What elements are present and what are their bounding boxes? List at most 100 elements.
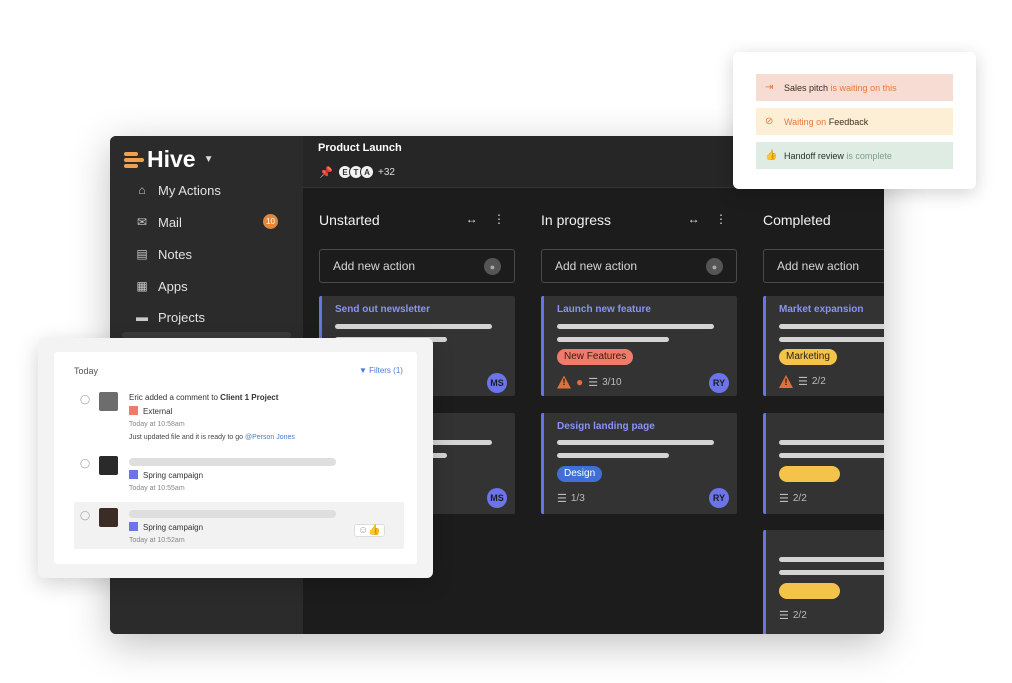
status-row-blocked[interactable]: ⊘ Waiting on Feedback — [756, 108, 953, 135]
add-action-input[interactable]: Add new action ● — [319, 249, 515, 283]
sidebar-item-label: Projects — [158, 309, 205, 325]
status-row-complete[interactable]: 👍 Handoff review is complete — [756, 142, 953, 169]
column-title: Completed — [763, 212, 831, 228]
chevron-down-icon[interactable]: ▼ — [204, 154, 214, 165]
collaborator-avatars[interactable]: E T A +32 — [338, 165, 395, 179]
card-meta: ! ☰ 2/2 — [779, 375, 826, 388]
status-subject: Feedback — [828, 116, 869, 127]
label-text: Spring campaign — [143, 523, 204, 532]
status-row-waiting[interactable]: ⇥ Sales pitch is waiting on this — [756, 74, 953, 101]
sidebar-item-apps[interactable]: ▦ Apps — [134, 276, 188, 296]
column-completed: Completed Add new action Market expansio… — [763, 212, 884, 634]
feed-heading: Today — [74, 366, 99, 376]
label-color — [129, 406, 138, 415]
reaction-buttons[interactable]: ☺ 👍 — [354, 524, 385, 537]
checklist-icon: ☰ — [588, 376, 599, 389]
activity-feed-popup: Today ▼ Filters (1) ◯ Eric added a comme… — [38, 338, 433, 578]
avatar: A — [360, 165, 374, 179]
sidebar-item-notes[interactable]: ▤ Notes — [134, 244, 192, 264]
sidebar-item-label: My Actions — [158, 182, 221, 198]
column-options-icon[interactable]: ↔ ⋮ — [688, 212, 733, 226]
avatar: RY — [709, 488, 729, 508]
comment-icon: ◯ — [80, 394, 91, 404]
card-meta: ! ● ☰ 3/10 — [557, 375, 622, 389]
sidebar-item-mail[interactable]: ✉ Mail — [134, 212, 182, 232]
activity-project[interactable]: Client 1 Project — [220, 393, 278, 402]
mention-link[interactable]: @Person Jones — [245, 434, 295, 441]
collaborator-count: +32 — [378, 166, 395, 178]
hive-logo[interactable]: Hive ▼ — [124, 146, 214, 173]
action-card[interactable]: Design landing page Design ☰ 1/3 RY — [541, 413, 737, 514]
placeholder-line — [779, 453, 884, 458]
assignee-icon[interactable]: ● — [484, 258, 501, 275]
blocked-icon: ⊘ — [765, 116, 774, 127]
card-meta: ☰ 1/3 — [557, 492, 585, 505]
action-card[interactable]: Market expansion Marketing ! ☰ 2/2 — [763, 296, 884, 396]
add-action-label: Add new action — [777, 259, 860, 273]
sidebar-item-label: Apps — [158, 278, 188, 294]
card-meta: ☰ 2/2 — [779, 609, 807, 622]
activity-label: Spring campaign — [129, 470, 203, 480]
action-card[interactable]: ☰ 2/2 — [763, 413, 884, 514]
placeholder-line — [557, 324, 714, 329]
tag-label[interactable]: New Features — [557, 349, 634, 365]
column-in-progress: In progress ↔ ⋮ Add new action ● Launch … — [541, 212, 737, 514]
sidebar-item-label: Mail — [158, 214, 182, 230]
activity-time: Today at 10:55am — [129, 485, 185, 492]
placeholder-line — [779, 570, 884, 575]
pin-icon[interactable]: 📌 — [319, 166, 333, 179]
card-title: Market expansion — [779, 304, 864, 315]
filters-button[interactable]: ▼ Filters (1) — [359, 366, 403, 375]
action-card[interactable]: ☰ 2/2 — [763, 530, 884, 634]
add-action-label: Add new action — [555, 259, 638, 273]
checklist-count: 2/2 — [792, 493, 807, 504]
placeholder-line — [779, 324, 884, 329]
notes-icon: ▤ — [136, 247, 148, 261]
filter-icon: ▼ — [359, 366, 367, 375]
warning-icon: ! — [557, 375, 571, 389]
activity-item[interactable]: ◯ Spring campaign Today at 10:52am ☺ 👍 — [74, 508, 404, 548]
checklist-icon: ☰ — [779, 493, 789, 505]
apps-icon: ▦ — [136, 279, 148, 293]
mail-icon: ✉ — [136, 215, 148, 229]
avatar — [99, 392, 118, 411]
sidebar-item-projects[interactable]: ▬ Projects — [134, 307, 205, 327]
activity-item[interactable]: ◯ Eric added a comment to Client 1 Proje… — [74, 392, 404, 452]
avatar: MS — [487, 373, 507, 393]
placeholder-line — [129, 458, 336, 466]
comment-icon: ● — [576, 375, 584, 389]
activity-item[interactable]: ◯ Spring campaign Today at 10:55am — [74, 456, 404, 496]
label-text: External — [143, 407, 173, 416]
action-card[interactable]: Launch new feature New Features ! ● ☰ 3/… — [541, 296, 737, 396]
checklist-icon: ☰ — [557, 493, 567, 505]
placeholder-line — [557, 440, 714, 445]
card-title: Send out newsletter — [335, 304, 431, 315]
placeholder-line — [557, 337, 669, 342]
placeholder-line — [129, 510, 336, 518]
thumbs-up-icon: 👍 — [765, 150, 778, 161]
column-options-icon[interactable]: ↔ ⋮ — [466, 212, 511, 226]
tag-label[interactable]: Design — [557, 466, 603, 482]
logo-text: Hive — [147, 146, 196, 172]
tag-label[interactable]: Marketing — [779, 349, 837, 365]
sidebar-item-my-actions[interactable]: ⌂ My Actions — [134, 180, 221, 200]
arrow-in-icon: ⇥ — [765, 82, 774, 93]
add-action-label: Add new action — [333, 259, 416, 273]
add-action-input[interactable]: Add new action — [763, 249, 884, 283]
tag-placeholder — [779, 583, 840, 599]
placeholder-line — [779, 557, 884, 562]
card-meta: ☰ 2/2 — [779, 492, 807, 505]
message-text: Just updated file and it is ready to go — [129, 434, 244, 441]
stage: Hive ▼ ⌂ My Actions ✉ Mail 10 ▤ Notes ▦ … — [0, 0, 1012, 683]
checklist-count: 3/10 — [602, 376, 622, 388]
card-title: Design landing page — [557, 421, 655, 432]
thumbs-up-icon[interactable]: 👍 — [368, 525, 380, 536]
activity-feed: Today ▼ Filters (1) ◯ Eric added a comme… — [54, 352, 417, 564]
activity-label: External — [129, 406, 172, 416]
assignee-icon[interactable]: ● — [706, 258, 723, 275]
checklist-count: 1/3 — [570, 493, 585, 504]
status-subject: Sales pitch — [784, 82, 829, 93]
add-action-input[interactable]: Add new action ● — [541, 249, 737, 283]
smile-icon[interactable]: ☺ — [358, 525, 368, 536]
comment-icon: ◯ — [80, 458, 91, 468]
